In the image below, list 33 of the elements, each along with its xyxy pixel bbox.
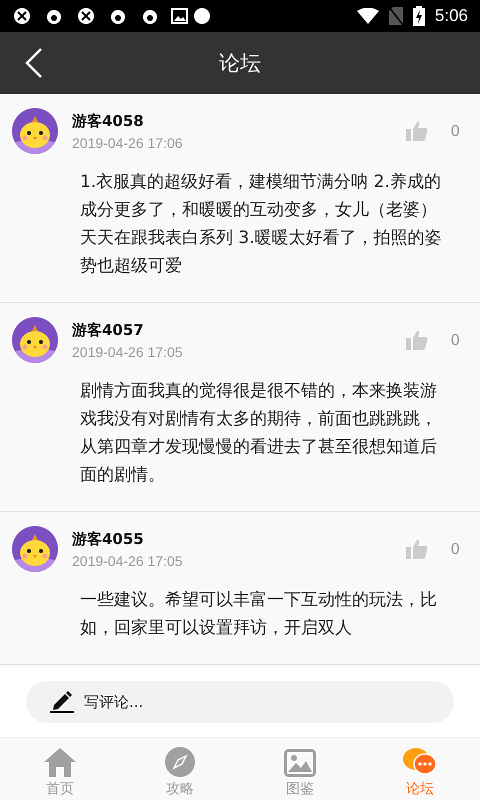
page-title: 论坛 xyxy=(219,50,261,77)
username: 游客4055 xyxy=(72,530,145,548)
thumbs-up-icon[interactable] xyxy=(406,121,428,141)
username: 游客4057 xyxy=(72,320,145,340)
image-icon xyxy=(284,749,316,777)
tab[interactable]: 图鉴 xyxy=(240,738,360,800)
avatar xyxy=(12,108,58,154)
post-time: 2019-04-26 17:06 xyxy=(72,134,184,150)
tab[interactable]: 首页 xyxy=(0,738,120,800)
compass-icon xyxy=(165,747,195,777)
post-time: 2019-04-26 17:05 xyxy=(72,344,184,360)
chat-bubbles-icon xyxy=(403,747,437,777)
clock: 5:06 xyxy=(434,6,468,26)
comment-text: 1.衣服真的超级好看，建模细节满分呐 2.养成的成分更多了，和暖暖的互动变多，女儿（老婆）天天在跟我表白系列 3.暖暖太好看了，拍照的姿势也超级可爱 xyxy=(80,171,443,278)
avatar xyxy=(12,317,58,363)
username: 游客4058 xyxy=(72,112,145,130)
thumbs-up-icon[interactable] xyxy=(406,330,428,350)
like-count: 0 xyxy=(450,331,460,349)
comment-text: 一些建议。希望可以丰富一下互动性的玩法，比如，回家里可以设置拜访，开启双人 xyxy=(80,589,438,640)
comment-field[interactable]: 写评论... xyxy=(26,681,454,723)
avatar xyxy=(12,526,58,572)
comment-text: 剧情方面我真的觉得很是很不错的，本来换装游戏我没有对剧情有太多的期待，前面也跳跳跳，从第四章才发现慢慢的看进去了甚至很想知道后面的剧情。 xyxy=(80,380,438,487)
battery-charging-icon xyxy=(412,6,425,26)
tab[interactable]: 论坛 xyxy=(360,738,480,800)
home-icon xyxy=(44,747,76,777)
pencil-icon xyxy=(50,691,74,713)
wifi-icon xyxy=(356,8,379,24)
thumbs-up-icon[interactable] xyxy=(406,539,428,559)
like-count: 0 xyxy=(450,122,460,140)
like-count: 0 xyxy=(450,540,460,558)
no-sim-icon xyxy=(388,7,403,25)
post-time: 2019-04-26 17:05 xyxy=(72,552,184,568)
tab[interactable]: 攻略 xyxy=(120,738,240,800)
